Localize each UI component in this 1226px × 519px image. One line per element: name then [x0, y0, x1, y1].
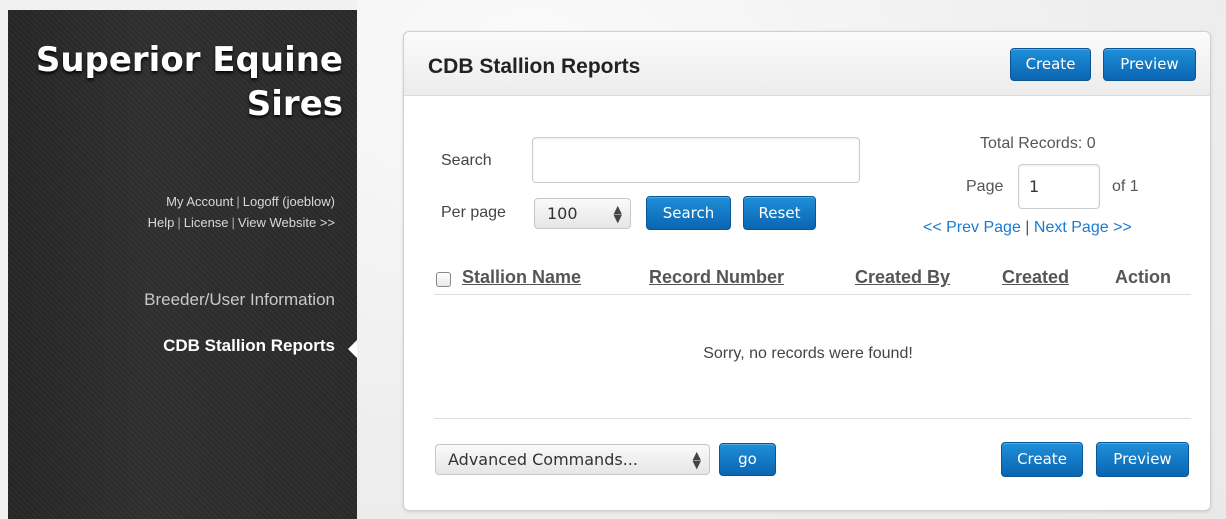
- per-page-select[interactable]: 100 ▲ ▼: [534, 198, 631, 229]
- column-header-action: Action: [1115, 267, 1171, 287]
- page-number-input[interactable]: 1: [1018, 164, 1100, 209]
- page-count: of 1: [1112, 178, 1139, 195]
- prev-page-link[interactable]: << Prev Page: [923, 219, 1021, 236]
- create-button[interactable]: Create: [1010, 48, 1091, 81]
- account-links-row-2: Help | License | View Website >>: [5, 212, 335, 233]
- column-header-stallion-name[interactable]: Stallion Name: [462, 267, 581, 288]
- my-account-link[interactable]: My Account: [166, 194, 233, 209]
- account-links: My Account | Logoff (joeblow) Help | License…: [5, 191, 335, 233]
- preview-button[interactable]: Preview: [1103, 48, 1196, 81]
- column-header-created[interactable]: Created: [1002, 267, 1069, 288]
- search-button[interactable]: Search: [646, 196, 731, 230]
- page-label: Page: [966, 178, 1004, 195]
- go-button[interactable]: go: [719, 443, 776, 476]
- next-page-link[interactable]: Next Page >>: [1034, 219, 1132, 236]
- reports-panel: CDB Stallion Reports Create Preview Sear…: [403, 31, 1211, 511]
- footer-create-button[interactable]: Create: [1001, 442, 1083, 477]
- per-page-value: 100: [547, 204, 578, 223]
- separator: |: [231, 215, 235, 230]
- total-records: Total Records: 0: [980, 135, 1096, 152]
- empty-table-message: Sorry, no records were found!: [703, 345, 913, 362]
- select-all-checkbox[interactable]: [436, 272, 451, 287]
- separator: |: [236, 194, 240, 209]
- column-header-record-number[interactable]: Record Number: [649, 267, 784, 288]
- view-website-link[interactable]: View Website >>: [238, 215, 335, 230]
- license-link[interactable]: License: [184, 215, 229, 230]
- active-caret-icon: [348, 340, 357, 358]
- help-link[interactable]: Help: [148, 215, 175, 230]
- select-arrows-icon: ▲ ▼: [613, 203, 622, 225]
- footer-preview-button[interactable]: Preview: [1096, 442, 1189, 477]
- select-arrows-icon: ▲ ▼: [692, 449, 701, 471]
- pagination-separator: |: [1025, 219, 1030, 236]
- search-label: Search: [441, 152, 492, 169]
- separator: |: [177, 215, 181, 230]
- table-header-divider: [434, 294, 1191, 295]
- table-footer-divider: [434, 418, 1191, 419]
- advanced-commands-select[interactable]: Advanced Commands... ▲ ▼: [435, 444, 710, 475]
- sidebar-item-cdb-stallion-reports[interactable]: CDB Stallion Reports: [5, 334, 335, 358]
- pagination-links: << Prev Page | Next Page >>: [923, 219, 1132, 237]
- column-header-created-by[interactable]: Created By: [855, 267, 950, 288]
- advanced-commands-value: Advanced Commands...: [448, 450, 638, 469]
- page-title: CDB Stallion Reports: [428, 55, 641, 78]
- side-nav: Breeder/User Information CDB Stallion Re…: [5, 288, 335, 380]
- sidebar-item-breeder-user-information[interactable]: Breeder/User Information: [5, 288, 335, 312]
- reset-button[interactable]: Reset: [743, 196, 816, 230]
- account-links-row-1: My Account | Logoff (joeblow): [5, 191, 335, 212]
- site-title: Superior Equine Sires: [35, 40, 343, 124]
- sidebar: Superior Equine Sires My Account | Logoff …: [8, 10, 357, 519]
- search-input[interactable]: [532, 137, 860, 183]
- panel-header: CDB Stallion Reports Create Preview: [404, 32, 1210, 96]
- logoff-link[interactable]: Logoff (joeblow): [243, 194, 335, 209]
- per-page-label: Per page: [441, 204, 506, 221]
